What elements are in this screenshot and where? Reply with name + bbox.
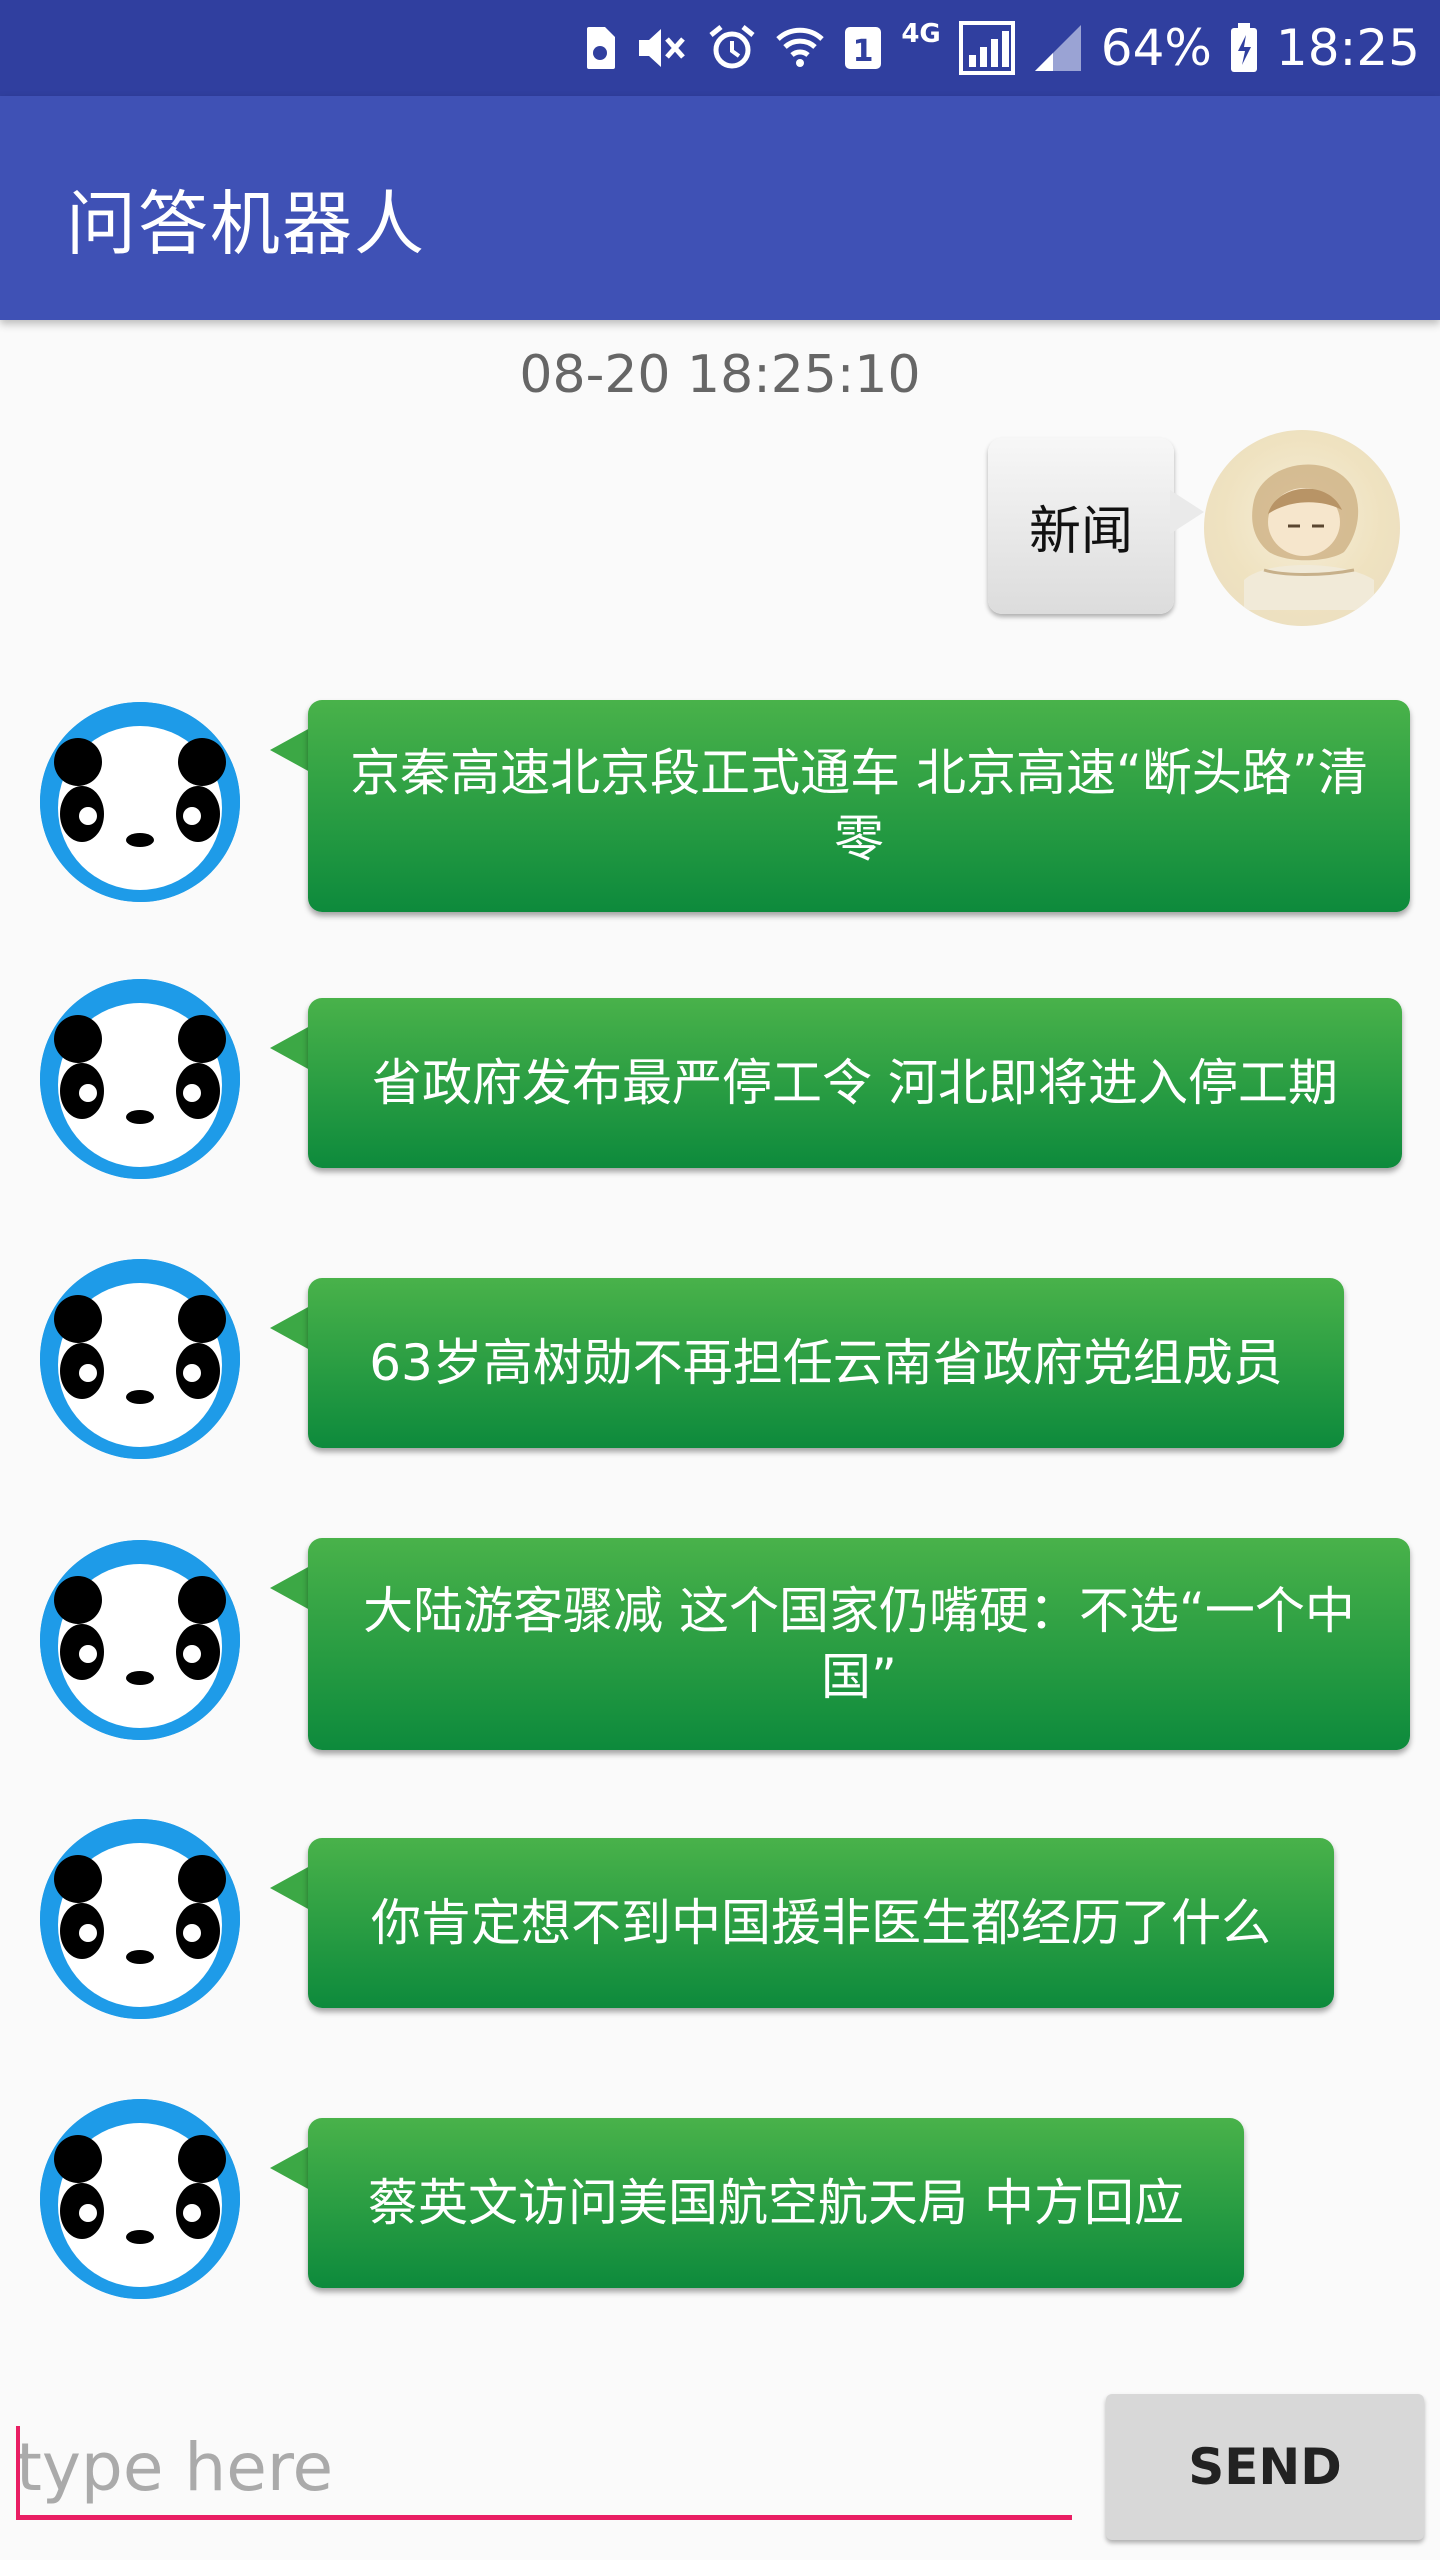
bot-avatar[interactable] (40, 979, 240, 1179)
message-timestamp: 08-20 18:25:10 (519, 345, 921, 405)
user-avatar-illustration (1244, 464, 1374, 610)
wifi-icon (775, 20, 825, 76)
bot-message-row: 63岁高树勋不再担任云南省政府党组成员 (0, 1259, 1440, 1459)
bot-message-bubble[interactable]: 省政府发布最严停工令 河北即将进入停工期 (308, 998, 1402, 1168)
bot-message-row: 省政府发布最严停工令 河北即将进入停工期 (0, 979, 1440, 1179)
input-area: SEND (0, 2390, 1440, 2560)
bot-message-bubble[interactable]: 你肯定想不到中国援非医生都经历了什么 (308, 1838, 1334, 2008)
message-input[interactable] (16, 2420, 1072, 2520)
panda-face-icon (40, 1819, 240, 2019)
sim-number: 1 (853, 34, 874, 69)
user-avatar[interactable] (1204, 430, 1400, 626)
bot-message-row: 你肯定想不到中国援非医生都经历了什么 (0, 1819, 1440, 2019)
send-button[interactable]: SEND (1106, 2394, 1424, 2540)
bot-message-row: 京秦高速北京段正式通车 北京高速“断头路”清零 (0, 700, 1440, 912)
sim-card-icon (583, 20, 617, 76)
bot-bubble-tail (270, 1026, 310, 1070)
panda-face-icon (40, 2099, 240, 2299)
app-bar: 问答机器人 (0, 96, 1440, 320)
bot-avatar[interactable] (40, 2099, 240, 2299)
user-bubble-tail (1170, 490, 1204, 534)
signal-weak-icon (1033, 20, 1083, 76)
bot-message-bubble[interactable]: 大陆游客骤减 这个国家仍嘴硬：不选“一个中国” (308, 1538, 1410, 1750)
bot-avatar[interactable] (40, 1540, 240, 1740)
user-message-bubble[interactable]: 新闻 (988, 438, 1174, 614)
bot-message-bubble[interactable]: 63岁高树勋不再担任云南省政府党组成员 (308, 1278, 1344, 1448)
bot-bubble-tail (270, 728, 310, 772)
battery-percent: 64% (1100, 19, 1212, 77)
panda-face-icon (40, 702, 240, 902)
signal-icon (958, 20, 1015, 76)
bot-avatar[interactable] (40, 702, 240, 902)
mute-icon (635, 20, 689, 76)
app-title: 问答机器人 (66, 183, 426, 265)
user-message-row: 新闻 (700, 430, 1400, 630)
panda-face-icon (40, 979, 240, 1179)
bot-bubble-tail (270, 1306, 310, 1350)
bot-bubble-tail (270, 1566, 310, 1610)
network-type: 4G (901, 19, 941, 49)
battery-charging-icon (1230, 20, 1258, 76)
status-icons: 1 4G 64% 18:25 (583, 18, 1420, 78)
bot-message-bubble[interactable]: 蔡英文访问美国航空航天局 中方回应 (308, 2118, 1244, 2288)
bot-bubble-tail (270, 1866, 310, 1910)
status-bar: 1 4G 64% 18:25 (0, 0, 1440, 96)
text-cursor (16, 2426, 20, 2516)
bot-message-row: 蔡英文访问美国航空航天局 中方回应 (0, 2099, 1440, 2299)
status-time: 18:25 (1275, 19, 1420, 77)
alarm-icon (707, 20, 757, 76)
bot-message-row: 大陆游客骤减 这个国家仍嘴硬：不选“一个中国” (0, 1538, 1440, 1750)
bot-message-bubble[interactable]: 京秦高速北京段正式通车 北京高速“断头路”清零 (308, 700, 1410, 912)
panda-face-icon (40, 1540, 240, 1740)
bot-avatar[interactable] (40, 1819, 240, 2019)
sim-1-icon: 1 (843, 20, 883, 76)
panda-face-icon (40, 1259, 240, 1459)
bot-bubble-tail (270, 2146, 310, 2190)
bot-avatar[interactable] (40, 1259, 240, 1459)
